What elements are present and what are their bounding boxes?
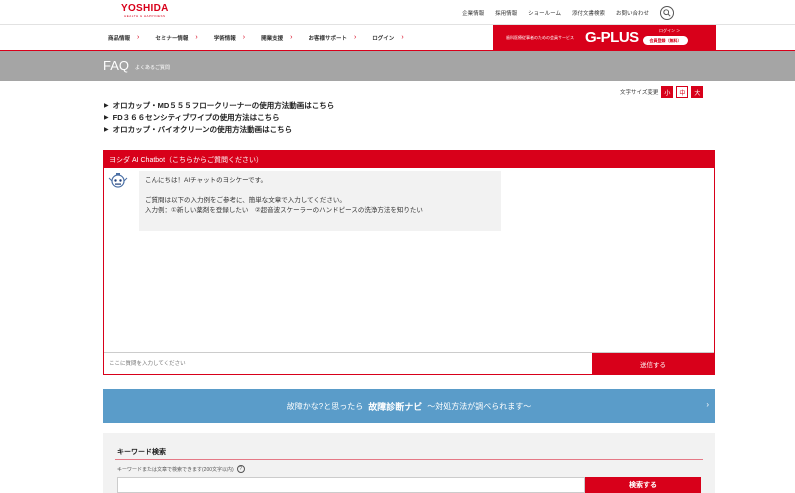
link-fd366[interactable]: ▶ FD３６６センシティブワイプの使用方法はこちら: [104, 111, 334, 123]
chevron-right-icon: ›: [353, 34, 357, 41]
chevron-right-icon: ›: [242, 34, 246, 41]
faq-title-band: FAQ よくあるご質問: [0, 51, 795, 81]
gplus-logo: G-PLUS: [585, 29, 639, 46]
message-line: ご質問は以下の入力例をご参考に、簡単な文章で入力してください。: [145, 197, 346, 204]
keyword-search-hint: キーワードまたは文章で検索できます(200文字以内) ?: [117, 465, 245, 473]
nav-label: ログイン: [372, 35, 395, 42]
banner-text-strong: 故障診断ナビ: [368, 401, 423, 412]
nav-label: 商品情報: [108, 35, 131, 42]
chevron-right-icon: ›: [706, 400, 709, 409]
keyword-search-section: キーワード検索 キーワードまたは文章で検索できます(200文字以内) ? 検索す…: [103, 433, 715, 493]
help-icon[interactable]: ?: [236, 465, 245, 473]
nav-label: 学術情報: [213, 35, 236, 42]
message-line: 入力例：①新しい薬剤を登録したい ②超音波スケーラーのハンドピースの洗浄方法を知…: [145, 207, 423, 214]
keyword-search-input[interactable]: [117, 477, 585, 493]
banner-text-tail: ～対処方法が調べられます～: [427, 401, 532, 411]
search-icon: [663, 9, 671, 17]
nav-label: セミナー情報: [155, 35, 189, 42]
ai-chatbot: ヨシダ AI Chatbot（こちらからご質問ください） こんにちは！AIチャッ…: [103, 150, 715, 375]
chat-question-input[interactable]: [104, 353, 592, 374]
chevron-right-icon: ›: [290, 34, 293, 41]
chatbot-header: ヨシダ AI Chatbot（こちらからご質問ください）: [104, 151, 714, 168]
bot-message-bubble: こんにちは！AIチャットのヨシケーです。 ご質問は以下の入力例をご参考に、簡単な…: [139, 171, 501, 231]
gplus-panel[interactable]: 歯科医療従事者のための会員サービス G-PLUS ログイン ＞ 会員登録（無料）: [493, 25, 716, 50]
logo-text: YOSHIDA: [121, 3, 169, 14]
hint-text: キーワードまたは文章で検索できます(200文字以内): [117, 466, 234, 473]
link-showroom[interactable]: ショールーム: [528, 9, 561, 17]
keyword-search-button[interactable]: 検索する: [585, 477, 701, 493]
font-size-label: 文字サイズ変更: [620, 90, 659, 96]
nav-seminars[interactable]: セミナー情報 ›: [147, 34, 205, 42]
robot-avatar-icon: [108, 173, 128, 188]
font-size-large-button[interactable]: 大: [691, 86, 704, 98]
gplus-register-button[interactable]: 会員登録（無料）: [643, 36, 688, 45]
nav-customer-support[interactable]: お客様サポート ›: [300, 34, 364, 42]
banner-text-lead: 故障かな?と思ったら: [286, 401, 364, 411]
logo-tagline: HEALTH & HAPPINESS: [124, 14, 166, 18]
nav-login[interactable]: ログイン ›: [364, 34, 411, 42]
link-orocup-md555[interactable]: ▶ オロカップ・MD５５５フロークリーナーの使用方法動画はこちら: [104, 99, 334, 111]
link-text: オロカップ・バイオクリーンの使用方法動画はこちら: [112, 124, 293, 134]
link-recruit[interactable]: 採用情報: [495, 9, 517, 17]
page-title: FAQ: [103, 58, 130, 73]
nav-label: 開業支援: [261, 35, 284, 42]
message-line: こんにちは！AIチャットのヨシケーです。: [145, 177, 268, 184]
failure-diagnosis-banner[interactable]: 故障かな?と思ったら 故障診断ナビ ～対処方法が調べられます～ ›: [103, 389, 715, 423]
link-text: オロカップ・MD５５５フロークリーナーの使用方法動画はこちら: [112, 100, 335, 110]
nav-products[interactable]: 商品情報 ›: [103, 34, 147, 42]
nav-academic[interactable]: 学術情報 ›: [206, 34, 253, 42]
yoshida-logo[interactable]: YOSHIDA HEALTH & HAPPINESS: [121, 3, 169, 19]
link-text: FD３６６センシティブワイプの使用方法はこちら: [112, 112, 280, 122]
chat-messages: こんにちは！AIチャットのヨシケーです。 ご質問は以下の入力例をご参考に、簡単な…: [104, 168, 714, 352]
main-nav: 商品情報 › セミナー情報 › 学術情報 › 開業支援 › お客様サポート › ログイン ›…: [0, 25, 795, 51]
nav-label: お客様サポート: [308, 35, 347, 42]
font-size-medium-button[interactable]: 中: [676, 86, 689, 98]
triangle-right-icon: ▶: [104, 126, 109, 133]
chevron-right-icon: ›: [195, 34, 198, 41]
page-subtitle: よくあるご質問: [135, 65, 171, 71]
chevron-right-icon: ›: [401, 34, 404, 41]
gplus-description: 歯科医療従事者のための会員サービス: [506, 35, 574, 40]
message-line: [145, 186, 495, 196]
gplus-login-link[interactable]: ログイン ＞: [659, 28, 680, 34]
link-contact[interactable]: お問い合わせ: [616, 9, 649, 17]
search-button[interactable]: [660, 6, 674, 20]
keyword-search-title: キーワード検索: [117, 449, 166, 456]
nav-opening-support[interactable]: 開業支援 ›: [253, 34, 300, 42]
divider: [115, 459, 703, 460]
top-bar: YOSHIDA HEALTH & HAPPINESS 企業情報 採用情報 ショー…: [0, 0, 795, 25]
chat-input-bar: 送信する: [104, 352, 714, 374]
triangle-right-icon: ▶: [104, 114, 109, 121]
chat-send-button[interactable]: 送信する: [592, 353, 714, 374]
utility-links: 企業情報 採用情報 ショールーム 添付文書検索 お問い合わせ: [462, 6, 674, 20]
triangle-right-icon: ▶: [104, 102, 109, 109]
link-orocup-bioclean[interactable]: ▶ オロカップ・バイオクリーンの使用方法動画はこちら: [104, 123, 334, 135]
link-company[interactable]: 企業情報: [462, 9, 484, 17]
chevron-right-icon: ›: [137, 34, 140, 41]
font-size-small-button[interactable]: 小: [661, 86, 674, 98]
link-document-search[interactable]: 添付文書検索: [572, 9, 605, 17]
font-size-switcher: 文字サイズ変更 小 中 大: [620, 86, 704, 98]
video-links: ▶ オロカップ・MD５５５フロークリーナーの使用方法動画はこちら ▶ FD３６６セン…: [104, 99, 334, 135]
